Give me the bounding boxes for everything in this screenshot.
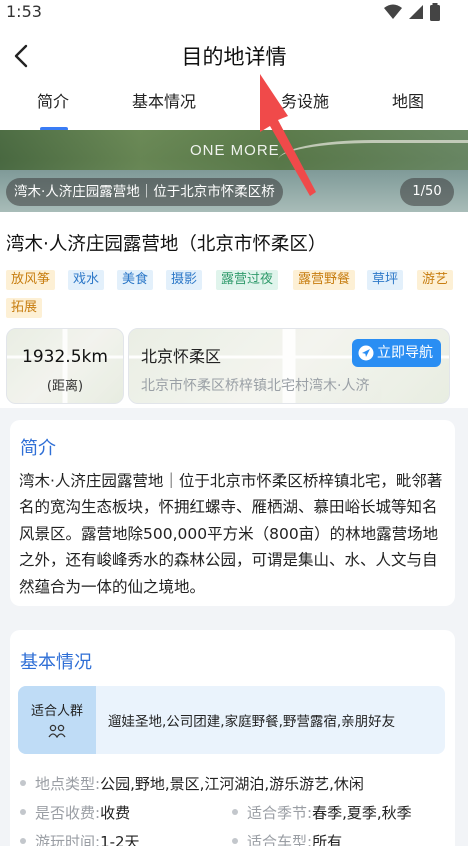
attr-season: 适合季节:春季,夏季,秋季 bbox=[232, 802, 412, 823]
signal-icon bbox=[409, 5, 423, 19]
status-bar: 1:53 bbox=[0, 0, 468, 26]
address-title: 北京怀柔区 bbox=[141, 347, 222, 366]
attr-fee: 是否收费:收费 bbox=[20, 802, 130, 823]
distance-card: 1932.5km (距离) bbox=[6, 328, 124, 404]
suitable-crowd-box: 适合人群 遛娃圣地,公司团建,家庭野餐,野营露宿,亲朋好友 bbox=[18, 686, 445, 754]
tag-item: 拓展 bbox=[6, 298, 43, 318]
status-icons bbox=[384, 3, 440, 21]
bullet-dot bbox=[232, 837, 238, 844]
attr-key: 适合车型: bbox=[247, 833, 313, 846]
hero-watermark: ONE MORE bbox=[190, 142, 280, 159]
people-icon bbox=[48, 724, 66, 738]
tag-item: 游艺 bbox=[417, 270, 454, 290]
crowd-label: 适合人群 bbox=[30, 704, 83, 719]
hero-caption: 湾木·人济庄园露营地｜位于北京市怀柔区桥 bbox=[6, 178, 283, 206]
attr-key: 适合季节: bbox=[247, 804, 313, 822]
navigation-icon bbox=[358, 345, 374, 361]
tag-item: 摄影 bbox=[166, 270, 203, 290]
wifi-icon bbox=[384, 4, 402, 19]
attr-value: 1-2天 bbox=[100, 833, 140, 846]
tab-intro[interactable]: 简介 bbox=[37, 88, 69, 112]
navigate-button[interactable]: 立即导航 bbox=[352, 339, 441, 367]
hero-bridge bbox=[278, 140, 468, 180]
bullet-dot bbox=[232, 808, 238, 815]
crowd-label-box: 适合人群 bbox=[18, 686, 96, 754]
basic-info-card: 基本情况 适合人群 遛娃圣地,公司团建,家庭野餐,野营露宿,亲朋好友 地点类型:… bbox=[10, 630, 455, 846]
basic-info-title: 基本情况 bbox=[20, 652, 92, 673]
attr-duration: 游玩时间:1-2天 bbox=[20, 831, 140, 846]
attr-location-type: 地点类型:公园,野地,景区,江河湖泊,游乐游艺,休闲 bbox=[20, 773, 364, 794]
attr-value: 所有 bbox=[312, 833, 343, 846]
attr-value: 春季,夏季,秋季 bbox=[312, 804, 412, 822]
tab-facilities[interactable]: 务设施 bbox=[281, 88, 329, 112]
hero-image[interactable]: ONE MORE 湾木·人济庄园露营地｜位于北京市怀柔区桥 1/50 bbox=[0, 130, 468, 212]
tag-item: 美食 bbox=[117, 270, 154, 290]
place-info-section: 湾木·人济庄园露营地（北京市怀柔区） 放风筝 戏水 美食 摄影 露营过夜 露营野… bbox=[0, 212, 468, 408]
attr-key: 游玩时间: bbox=[35, 833, 101, 846]
bullet-dot bbox=[20, 779, 26, 786]
tab-map[interactable]: 地图 bbox=[392, 88, 424, 112]
attr-key: 地点类型: bbox=[35, 775, 101, 793]
attr-value: 公园,野地,景区,江河湖泊,游乐游艺,休闲 bbox=[100, 775, 364, 793]
tag-item: 草坪 bbox=[367, 270, 404, 290]
status-time: 1:53 bbox=[6, 2, 42, 21]
bullet-dot bbox=[20, 808, 26, 815]
distance-value: 1932.5km bbox=[22, 347, 108, 367]
intro-text: 湾木·人济庄园露营地｜位于北京市怀柔区桥梓镇北宅，毗邻著名的宽沟生态板块，怀拥红… bbox=[19, 472, 443, 596]
intro-card: 简介 湾木·人济庄园露营地｜位于北京市怀柔区桥梓镇北宅，毗邻著名的宽沟生态板块，… bbox=[10, 420, 455, 606]
attr-value: 收费 bbox=[100, 804, 131, 822]
image-counter: 1/50 bbox=[400, 178, 454, 206]
header: 目的地详情 简介 基本情况 务设施 地图 bbox=[0, 26, 468, 131]
bullet-dot bbox=[20, 837, 26, 844]
distance-label: (距离) bbox=[46, 379, 84, 394]
tag-item: 放风筝 bbox=[6, 270, 56, 290]
battery-icon bbox=[430, 3, 440, 21]
intro-title: 简介 bbox=[20, 438, 56, 459]
place-name: 湾木·人济庄园露营地（北京市怀柔区） bbox=[6, 234, 327, 255]
attr-key: 是否收费: bbox=[35, 804, 101, 822]
navigate-button-label: 立即导航 bbox=[377, 345, 433, 361]
tag-item: 露营野餐 bbox=[293, 270, 356, 290]
tag-item: 露营过夜 bbox=[216, 270, 279, 290]
tab-basic[interactable]: 基本情况 bbox=[132, 88, 196, 112]
address-card[interactable]: 北京怀柔区 北京市怀柔区桥梓镇北宅村湾木·人济 立即导航 bbox=[128, 328, 450, 404]
tab-bar: 简介 基本情况 务设施 地图 bbox=[0, 86, 468, 131]
page-title: 目的地详情 bbox=[181, 45, 287, 69]
crowd-value: 遛娃圣地,公司团建,家庭野餐,野营露宿,亲朋好友 bbox=[108, 714, 396, 730]
address-detail: 北京市怀柔区桥梓镇北宅村湾木·人济 bbox=[141, 378, 370, 394]
attr-vehicle: 适合车型:所有 bbox=[232, 831, 342, 846]
tag-item: 戏水 bbox=[68, 270, 105, 290]
